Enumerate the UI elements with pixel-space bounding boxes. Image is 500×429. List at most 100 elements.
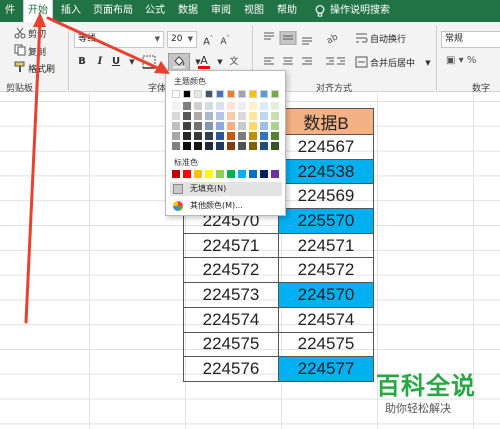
tab-page-layout[interactable]: 页面布局 — [89, 0, 137, 22]
theme-tint-swatch[interactable] — [205, 142, 213, 150]
theme-tint-swatch[interactable] — [260, 132, 268, 140]
theme-tint-swatch[interactable] — [194, 142, 202, 150]
theme-tint-swatch[interactable] — [227, 112, 235, 120]
table-cell-b[interactable]: 224538 — [278, 158, 374, 185]
theme-tint-swatch[interactable] — [205, 122, 213, 130]
orientation-icon[interactable]: ab — [325, 31, 347, 45]
font-color-button[interactable]: A — [196, 53, 212, 69]
borders-icon[interactable] — [142, 55, 156, 69]
theme-tint-swatch[interactable] — [183, 122, 191, 130]
theme-tint-swatch[interactable] — [260, 122, 268, 130]
theme-tint-swatch[interactable] — [172, 112, 180, 120]
chevron-down-icon[interactable]: ▼ — [420, 55, 436, 71]
table-cell-a[interactable]: 224573 — [183, 282, 279, 308]
increase-font-icon[interactable]: A˄ — [200, 31, 216, 47]
phonetic-icon[interactable]: 文 — [226, 54, 242, 70]
standard-color-swatch[interactable] — [227, 170, 235, 178]
theme-tint-swatch[interactable] — [172, 132, 180, 140]
theme-tint-swatch[interactable] — [216, 122, 224, 130]
theme-tint-swatch[interactable] — [216, 132, 224, 140]
table-cell-b[interactable]: 224575 — [278, 331, 374, 358]
fill-color-button[interactable] — [168, 53, 190, 71]
theme-tint-swatch[interactable] — [271, 142, 279, 150]
theme-tint-swatch[interactable] — [271, 122, 279, 130]
tab-formulas[interactable]: 公式 — [140, 0, 170, 22]
decrease-font-icon[interactable]: A˅ — [217, 31, 233, 47]
theme-tint-swatch[interactable] — [271, 102, 279, 110]
theme-tint-swatch[interactable] — [227, 102, 235, 110]
chevron-down-icon[interactable]: ▼ — [124, 54, 140, 70]
theme-tint-swatch[interactable] — [260, 142, 268, 150]
theme-tint-swatch[interactable] — [194, 102, 202, 110]
theme-tint-swatch[interactable] — [238, 112, 246, 120]
theme-color-swatch[interactable] — [238, 90, 246, 98]
theme-color-swatch[interactable] — [216, 90, 224, 98]
tab-insert[interactable]: 插入 — [56, 0, 86, 22]
standard-color-swatch[interactable] — [216, 170, 224, 178]
standard-color-swatch[interactable] — [271, 170, 279, 178]
theme-tint-swatch[interactable] — [194, 112, 202, 120]
tab-view[interactable]: 视图 — [239, 0, 269, 22]
column-b-header[interactable]: 数据B — [278, 108, 374, 135]
theme-tint-swatch[interactable] — [172, 142, 180, 150]
theme-tint-swatch[interactable] — [238, 132, 246, 140]
table-cell-b[interactable]: 224569 — [278, 183, 374, 210]
theme-color-swatch[interactable] — [271, 90, 279, 98]
theme-color-swatch[interactable] — [227, 90, 235, 98]
theme-tint-swatch[interactable] — [249, 102, 257, 110]
cut-button[interactable]: 剪切 — [28, 27, 46, 40]
table-cell-b[interactable]: 225570 — [278, 208, 374, 234]
table-cell-b[interactable]: 224567 — [278, 134, 374, 160]
standard-color-swatch[interactable] — [205, 170, 213, 178]
table-cell-b[interactable]: 224570 — [278, 282, 374, 308]
tab-file[interactable]: 件 — [0, 0, 20, 22]
table-cell-a[interactable]: 224571 — [183, 232, 279, 259]
theme-tint-swatch[interactable] — [172, 122, 180, 130]
theme-tint-swatch[interactable] — [227, 122, 235, 130]
standard-color-swatch[interactable] — [194, 170, 202, 178]
theme-tint-swatch[interactable] — [238, 142, 246, 150]
horizontal-align-icons[interactable] — [262, 55, 322, 69]
theme-tint-swatch[interactable] — [205, 112, 213, 120]
standard-color-swatch[interactable] — [172, 170, 180, 178]
standard-color-swatch[interactable] — [260, 170, 268, 178]
theme-tint-swatch[interactable] — [205, 102, 213, 110]
theme-tint-swatch[interactable] — [183, 142, 191, 150]
theme-tint-swatch[interactable] — [249, 132, 257, 140]
indent-icons[interactable] — [325, 55, 347, 69]
theme-tint-swatch[interactable] — [216, 112, 224, 120]
vertical-align-icons[interactable] — [262, 31, 322, 45]
theme-tint-swatch[interactable] — [260, 112, 268, 120]
tab-data[interactable]: 数据 — [173, 0, 203, 22]
table-cell-b[interactable]: 224572 — [278, 257, 374, 284]
theme-color-swatch[interactable] — [249, 90, 257, 98]
theme-tint-swatch[interactable] — [216, 102, 224, 110]
theme-tint-swatch[interactable] — [227, 142, 235, 150]
tell-me-search[interactable]: 操作说明搜索 — [330, 0, 400, 22]
table-cell-b[interactable]: 224574 — [278, 306, 374, 333]
table-cell-b[interactable]: 224571 — [278, 232, 374, 259]
table-cell-a[interactable]: 224572 — [183, 257, 279, 284]
font-name-select[interactable]: 等线 ▼ — [74, 31, 164, 48]
theme-tint-swatch[interactable] — [271, 132, 279, 140]
theme-tint-swatch[interactable] — [205, 132, 213, 140]
currency-icon[interactable]: ▣ ▾ % — [446, 55, 476, 66]
theme-tint-swatch[interactable] — [271, 112, 279, 120]
theme-tint-swatch[interactable] — [172, 102, 180, 110]
theme-tint-swatch[interactable] — [227, 132, 235, 140]
standard-color-swatch[interactable] — [183, 170, 191, 178]
theme-color-swatch[interactable] — [183, 90, 191, 98]
no-fill-option[interactable]: 无填充(N) — [170, 182, 282, 196]
tab-home[interactable]: 开始 — [23, 0, 53, 22]
italic-button[interactable]: I — [92, 54, 108, 70]
theme-color-swatch[interactable] — [194, 90, 202, 98]
table-cell-a[interactable]: 224575 — [183, 331, 279, 358]
theme-color-swatch[interactable] — [260, 90, 268, 98]
theme-tint-swatch[interactable] — [249, 122, 257, 130]
theme-color-swatch[interactable] — [205, 90, 213, 98]
theme-tint-swatch[interactable] — [216, 142, 224, 150]
copy-button[interactable]: 复制 — [28, 45, 46, 58]
bold-button[interactable]: B — [74, 54, 90, 70]
number-format-select[interactable]: 常规 — [441, 31, 500, 48]
wrap-text-button[interactable]: 自动换行 — [370, 32, 406, 45]
